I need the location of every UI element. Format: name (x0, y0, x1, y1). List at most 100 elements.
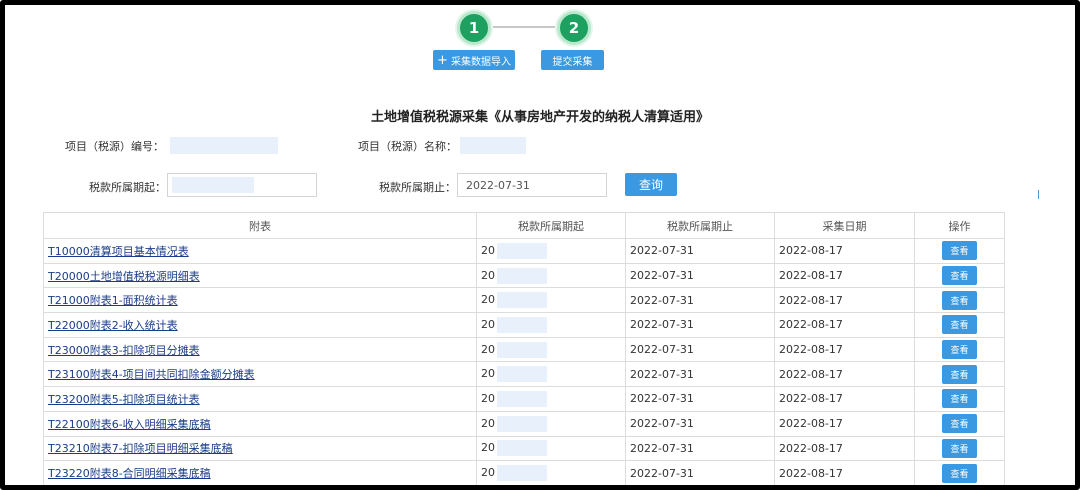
import-data-label: 采集数据导入 (450, 56, 511, 68)
period-start-cell: 20 (476, 287, 626, 314)
schedule-link[interactable]: T23200附表5-扣除项目统计表 (43, 386, 477, 412)
submit-collection-button[interactable]: 提交采集 (541, 50, 604, 70)
col-header-collect-date: 采集日期 (774, 212, 915, 239)
col-header-schedule: 附表 (43, 212, 477, 239)
period-start-cell: 20 (476, 460, 626, 485)
period-start-prefix: 20 (481, 342, 495, 356)
view-button[interactable]: 查看 (942, 266, 977, 286)
period-start-cell: 20 (476, 435, 626, 462)
period-start-cell: 20 (476, 361, 626, 388)
project-name-value (460, 137, 526, 154)
redacted-mask (497, 292, 547, 309)
col-header-action: 操作 (914, 212, 1005, 239)
query-button[interactable]: 查询 (625, 173, 677, 196)
redacted-mask (497, 390, 547, 407)
schedule-link[interactable]: T21000附表1-面积统计表 (43, 287, 477, 314)
period-start-prefix: 20 (481, 416, 495, 430)
period-start-prefix: 20 (481, 317, 495, 331)
period-end-value: 2022-07-31 (466, 178, 530, 192)
redacted-mask (497, 440, 547, 457)
view-button[interactable]: 查看 (942, 364, 977, 384)
collect-date-cell: 2022-08-17 (774, 287, 915, 314)
collect-date-cell: 2022-08-17 (774, 238, 915, 264)
action-cell: 查看 (914, 312, 1005, 338)
period-start-label: 税款所属期起： (89, 181, 166, 194)
schedule-link[interactable]: T20000土地增值税税源明细表 (43, 262, 477, 289)
view-button[interactable]: 查看 (942, 438, 977, 458)
step-1-badge[interactable]: 1 (457, 11, 491, 45)
period-start-prefix: 20 (481, 243, 495, 257)
view-button[interactable]: 查看 (942, 315, 977, 335)
action-cell: 查看 (914, 336, 1005, 363)
period-start-cell: 20 (476, 312, 626, 338)
window-frame: 1 2 + 采集数据导入 提交采集 土地增值税税源采集《从事房地产开发的纳税人清… (0, 0, 1080, 490)
table-row: T10000清算项目基本情况表 20 2022-07-31 2022-08-17 查看 (43, 238, 1005, 264)
schedule-link[interactable]: T22100附表6-收入明细采集底稿 (43, 410, 477, 437)
view-button[interactable]: 查看 (942, 290, 977, 310)
view-button[interactable]: 查看 (942, 414, 977, 434)
schedule-link[interactable]: T23100附表4-项目间共同扣除金额分摊表 (43, 361, 477, 388)
step-connector (493, 26, 555, 28)
period-start-cell: 20 (476, 410, 626, 437)
period-start-cell: 20 (476, 336, 626, 363)
schedule-link[interactable]: T10000清算项目基本情况表 (43, 238, 477, 264)
collect-date-cell: 2022-08-17 (774, 460, 915, 485)
view-button[interactable]: 查看 (942, 389, 977, 409)
collect-date-cell: 2022-08-17 (774, 435, 915, 462)
project-name-label: 项目（税源）名称： (358, 140, 457, 153)
schedule-link[interactable]: T23210附表7-扣除项目明细采集底稿 (43, 435, 477, 462)
period-end-label: 税款所属期止： (379, 181, 456, 194)
project-code-label: 项目（税源）编号： (65, 140, 164, 153)
period-end-input[interactable]: 2022-07-31 (457, 173, 607, 197)
action-cell: 查看 (914, 435, 1005, 462)
plus-icon: + (437, 52, 448, 68)
schedule-link[interactable]: T23220附表8-合同明细采集底稿 (43, 460, 477, 485)
step-2-badge[interactable]: 2 (557, 11, 591, 45)
period-end-cell: 2022-07-31 (625, 336, 775, 363)
project-code-value (170, 137, 278, 154)
collect-date-cell: 2022-08-17 (774, 386, 915, 412)
action-cell: 查看 (914, 262, 1005, 289)
col-header-period-end: 税款所属期止 (625, 212, 775, 239)
schedule-link[interactable]: T22000附表2-收入统计表 (43, 312, 477, 338)
period-start-input[interactable] (167, 173, 317, 197)
table-row: T23220附表8-合同明细采集底稿 20 2022-07-31 2022-08-17… (43, 460, 1005, 485)
period-end-cell: 2022-07-31 (625, 262, 775, 289)
period-start-prefix: 20 (481, 268, 495, 282)
view-button[interactable]: 查看 (942, 241, 977, 261)
collect-date-cell: 2022-08-17 (774, 312, 915, 338)
period-start-prefix: 20 (481, 367, 495, 381)
redacted-mask (497, 341, 547, 358)
view-button[interactable]: 查看 (942, 463, 977, 483)
table-row: T23210附表7-扣除项目明细采集底稿 20 2022-07-31 2022-08-… (43, 435, 1005, 462)
redacted-mask (497, 242, 547, 259)
redacted-mask (497, 366, 547, 383)
period-start-value (172, 177, 254, 193)
schedule-table: 附表 税款所属期起 税款所属期止 采集日期 操作 T10000清算项目基本情况表… (43, 212, 1005, 485)
table-row: T23200附表5-扣除项目统计表 20 2022-07-31 2022-08-17 查… (43, 386, 1005, 412)
redacted-mask (497, 465, 547, 482)
import-data-button[interactable]: + 采集数据导入 (433, 50, 515, 70)
period-start-cell: 20 (476, 262, 626, 289)
view-button[interactable]: 查看 (942, 340, 977, 360)
table-row: T23100附表4-项目间共同扣除金额分摊表 20 2022-07-31 2022-0… (43, 361, 1005, 388)
table-row: T22000附表2-收入统计表 20 2022-07-31 2022-08-17 查看 (43, 312, 1005, 338)
action-cell: 查看 (914, 460, 1005, 485)
table-header-row: 附表 税款所属期起 税款所属期止 采集日期 操作 (43, 212, 1005, 239)
period-end-cell: 2022-07-31 (625, 312, 775, 338)
period-start-prefix: 20 (481, 293, 495, 307)
period-end-cell: 2022-07-31 (625, 460, 775, 485)
action-cell: 查看 (914, 238, 1005, 264)
collect-date-cell: 2022-08-17 (774, 262, 915, 289)
schedule-link[interactable]: T23000附表3-扣除项目分摊表 (43, 336, 477, 363)
action-cell: 查看 (914, 386, 1005, 412)
table-row: T21000附表1-面积统计表 20 2022-07-31 2022-08-17 查看 (43, 287, 1005, 314)
period-end-cell: 2022-07-31 (625, 386, 775, 412)
period-start-prefix: 20 (481, 391, 495, 405)
action-cell: 查看 (914, 287, 1005, 314)
collect-date-cell: 2022-08-17 (774, 410, 915, 437)
action-cell: 查看 (914, 410, 1005, 437)
table-row: T22100附表6-收入明细采集底稿 20 2022-07-31 2022-08-17… (43, 410, 1005, 437)
period-end-cell: 2022-07-31 (625, 238, 775, 264)
period-end-cell: 2022-07-31 (625, 435, 775, 462)
